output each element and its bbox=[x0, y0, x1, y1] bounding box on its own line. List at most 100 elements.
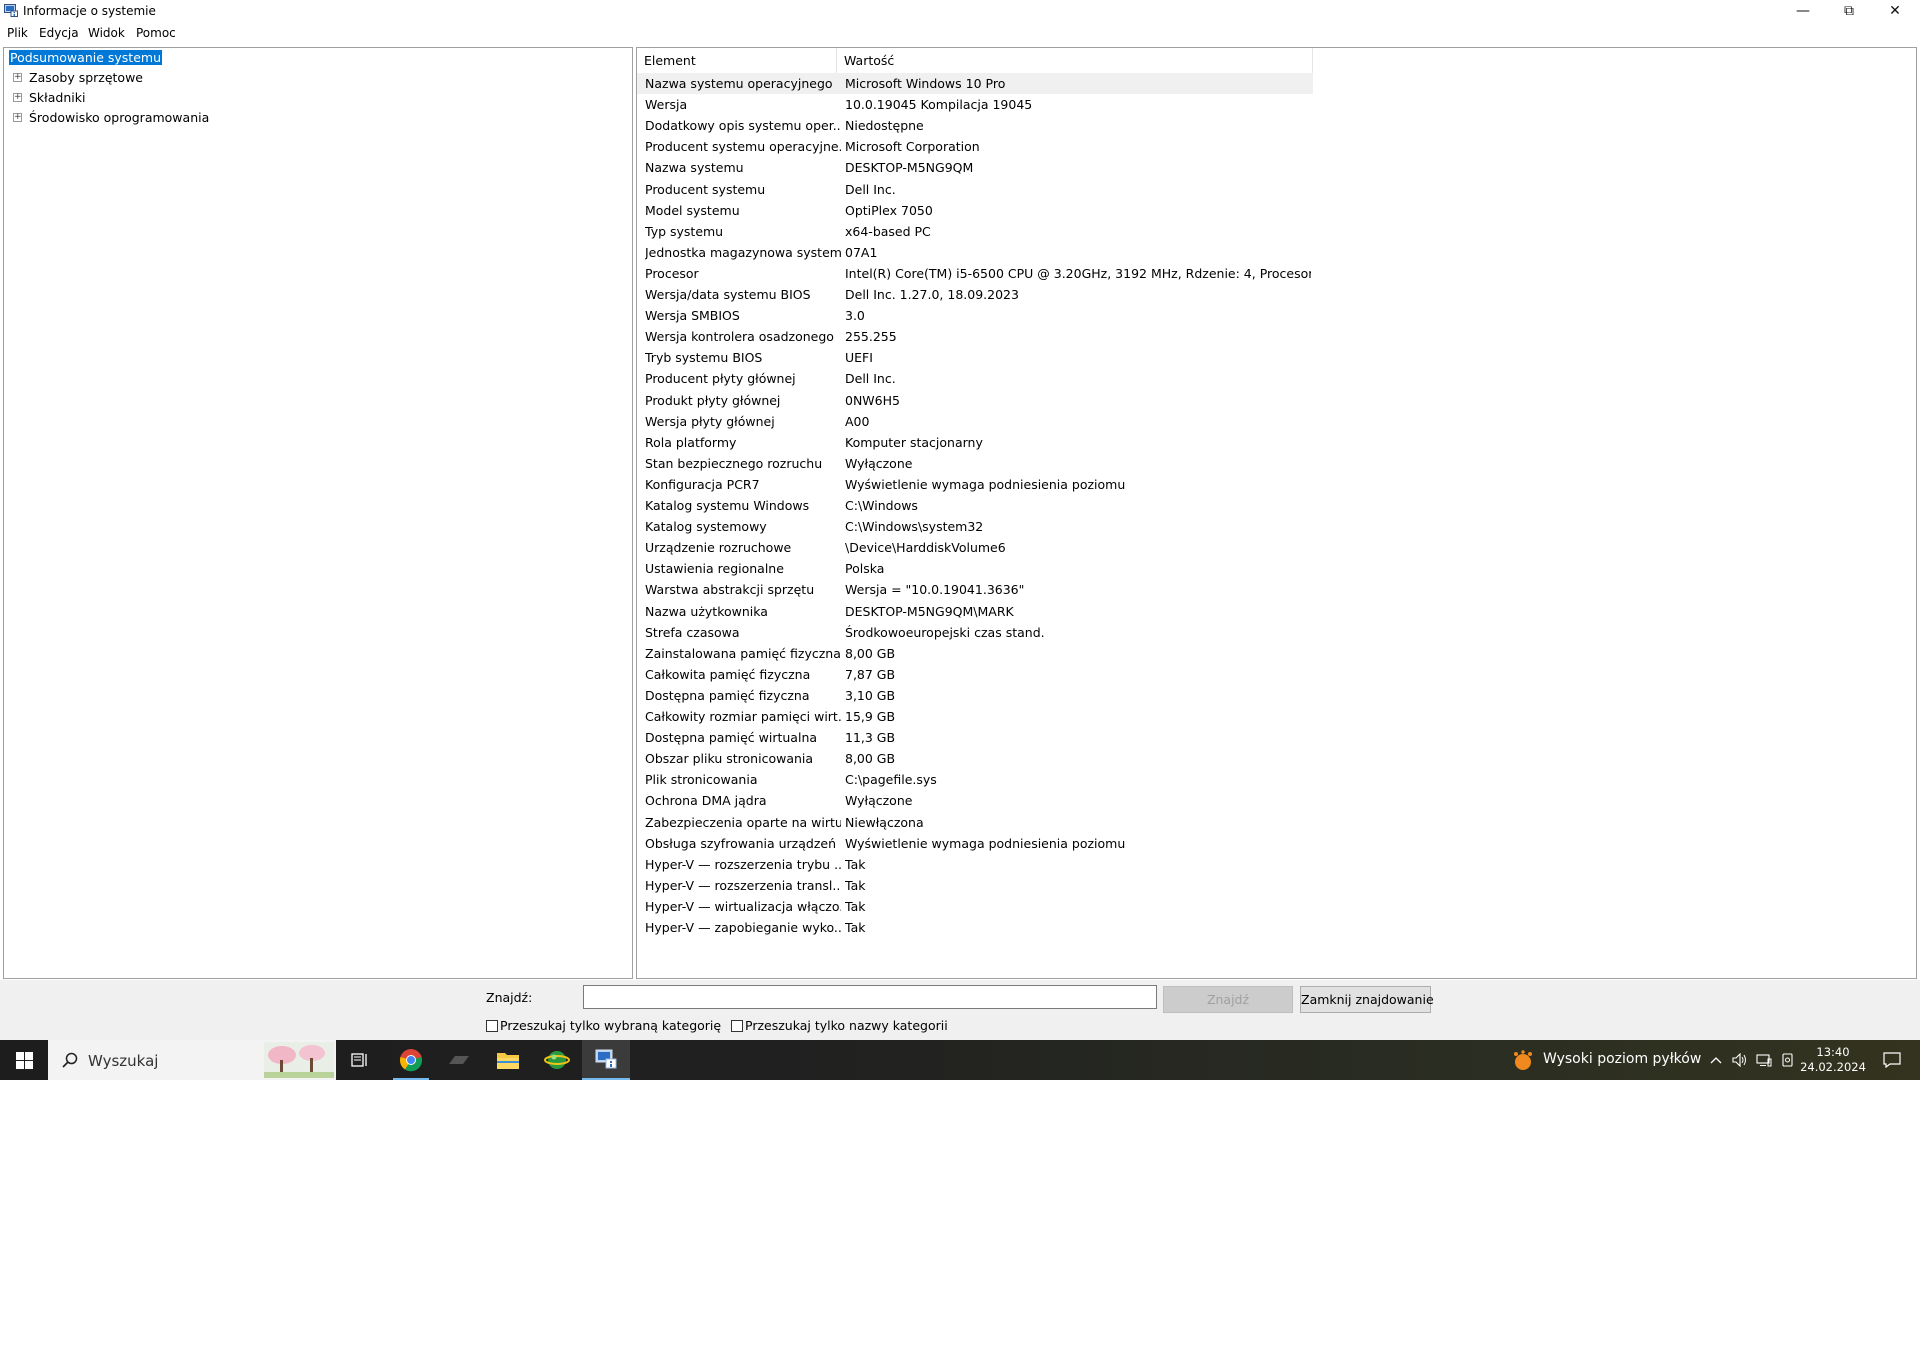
taskbar-search[interactable]: Wyszukaj bbox=[48, 1040, 336, 1080]
list-row[interactable]: Rola platformy Komputer stacjonarny bbox=[637, 432, 1313, 453]
list-row[interactable]: Nazwa użytkownika DESKTOP-M5NG9QM\MARK bbox=[637, 601, 1313, 622]
cell-value: 3.0 bbox=[845, 308, 865, 324]
close-button[interactable]: ✕ bbox=[1872, 0, 1918, 22]
menu-file[interactable]: Plik bbox=[7, 26, 28, 40]
list-row[interactable]: Strefa czasowa Środkowoeuropejski czas st… bbox=[637, 622, 1313, 643]
cell-value: 8,00 GB bbox=[845, 751, 896, 767]
list-row[interactable]: Wersja 10.0.19045 Kompilacja 19045 bbox=[637, 94, 1313, 115]
taskbar-app-dark[interactable] bbox=[435, 1040, 483, 1080]
cell-value: 10.0.19045 Kompilacja 19045 bbox=[845, 97, 1033, 113]
list-row[interactable]: Katalog systemowy C:\Windows\system32 bbox=[637, 516, 1313, 537]
list-row[interactable]: Produkt płyty głównej 0NW6H5 bbox=[637, 390, 1313, 411]
system-information-icon bbox=[4, 4, 18, 17]
action-center-button[interactable] bbox=[1872, 1040, 1912, 1080]
list-row[interactable]: Hyper-V — rozszerzenia transl... Tak bbox=[637, 875, 1313, 896]
checkbox-search-category-names[interactable]: Przeszukaj tylko nazwy kategorii bbox=[731, 1018, 948, 1033]
running-indicator bbox=[393, 1078, 429, 1080]
tree-item-software-environment[interactable]: + Środowisko oprogramowania bbox=[4, 109, 304, 127]
details-list[interactable]: Element Wartość Nazwa systemu operacyjne… bbox=[636, 47, 1917, 979]
task-view-button[interactable] bbox=[336, 1040, 384, 1080]
list-row[interactable]: Konfiguracja PCR7 Wyświetlenie wymaga pod… bbox=[637, 474, 1313, 495]
cell-element: Hyper-V — rozszerzenia transl... bbox=[645, 877, 841, 893]
list-row[interactable]: Hyper-V — zapobieganie wyko... Tak bbox=[637, 917, 1313, 938]
cell-element: Produkt płyty głównej bbox=[645, 392, 781, 408]
menu-view[interactable]: Widok bbox=[88, 26, 125, 40]
list-row[interactable]: Wersja/data systemu BIOS Dell Inc. 1.27.0… bbox=[637, 284, 1313, 305]
start-button[interactable] bbox=[0, 1040, 48, 1080]
list-row[interactable]: Producent systemu Dell Inc. bbox=[637, 179, 1313, 200]
restore-button[interactable]: ⧉ bbox=[1826, 0, 1872, 22]
list-row[interactable]: Dodatkowy opis systemu oper... Niedostępn… bbox=[637, 115, 1313, 136]
list-row[interactable]: Całkowity rozmiar pamięci wirt... 15,9 GB bbox=[637, 706, 1313, 727]
cell-element: Warstwa abstrakcji sprzętu bbox=[645, 582, 815, 598]
category-tree[interactable]: Podsumowanie systemu + Zasoby sprzętowe … bbox=[3, 47, 633, 979]
taskbar-file-explorer[interactable] bbox=[484, 1040, 532, 1080]
list-row[interactable]: Tryb systemu BIOS UEFI bbox=[637, 347, 1313, 368]
tree-item-components[interactable]: + Składniki bbox=[4, 89, 304, 107]
list-row[interactable]: Warstwa abstrakcji sprzętu Wersja = "10.0… bbox=[637, 579, 1313, 600]
cell-element: Wersja bbox=[645, 97, 688, 113]
checkbox-box[interactable] bbox=[731, 1020, 743, 1032]
app-icon bbox=[449, 1056, 469, 1064]
find-button[interactable]: Znajdź bbox=[1163, 986, 1293, 1013]
list-row[interactable]: Model systemu OptiPlex 7050 bbox=[637, 200, 1313, 221]
cell-element: Tryb systemu BIOS bbox=[645, 350, 763, 366]
clock[interactable]: 13:40 24.02.2024 bbox=[1800, 1045, 1866, 1075]
list-row[interactable]: Urządzenie rozruchowe \Device\HarddiskVol… bbox=[637, 537, 1313, 558]
list-row[interactable]: Ochrona DMA jądra Wyłączone bbox=[637, 790, 1313, 811]
meet-now-button[interactable] bbox=[1776, 1040, 1800, 1080]
cell-value: \Device\HarddiskVolume6 bbox=[845, 540, 1006, 556]
list-row[interactable]: Jednostka magazynowa systemu 07A1 bbox=[637, 242, 1313, 263]
expand-icon[interactable]: + bbox=[13, 73, 22, 82]
list-row[interactable]: Obszar pliku stronicowania 8,00 GB bbox=[637, 748, 1313, 769]
checkbox-box[interactable] bbox=[486, 1020, 498, 1032]
list-row[interactable]: Stan bezpiecznego rozruchu Wyłączone bbox=[637, 453, 1313, 474]
cell-value: Intel(R) Core(TM) i5-6500 CPU @ 3.20GHz,… bbox=[845, 265, 1311, 281]
list-row[interactable]: Plik stronicowania C:\pagefile.sys bbox=[637, 769, 1313, 790]
cell-value: 15,9 GB bbox=[845, 709, 896, 724]
list-row[interactable]: Ustawienia regionalne Polska bbox=[637, 558, 1313, 579]
show-hidden-icons-button[interactable] bbox=[1704, 1040, 1728, 1080]
list-row[interactable]: Obsługa szyfrowania urządzeń Wyświetlenie… bbox=[637, 833, 1313, 854]
expand-icon[interactable]: + bbox=[13, 93, 22, 102]
network-button[interactable] bbox=[1752, 1040, 1776, 1080]
expand-icon[interactable]: + bbox=[13, 113, 22, 122]
close-icon: ✕ bbox=[1889, 3, 1901, 19]
menu-help[interactable]: Pomoc bbox=[136, 26, 176, 40]
list-row[interactable]: Procesor Intel(R) Core(TM) i5-6500 CPU @ … bbox=[637, 263, 1313, 284]
column-header-element[interactable]: Element bbox=[637, 48, 837, 73]
list-row[interactable]: Katalog systemu Windows C:\Windows bbox=[637, 495, 1313, 516]
list-row[interactable]: Wersja SMBIOS 3.0 bbox=[637, 305, 1313, 326]
list-row[interactable]: Dostępna pamięć fizyczna 3,10 GB bbox=[637, 685, 1313, 706]
checkbox-search-selected-category[interactable]: Przeszukaj tylko wybraną kategorię bbox=[486, 1018, 721, 1033]
cell-value: Wersja = "10.0.19041.3636" bbox=[845, 582, 1025, 598]
list-row[interactable]: Wersja płyty głównej A00 bbox=[637, 411, 1313, 432]
list-row[interactable]: Hyper-V — wirtualizacja włączo... Tak bbox=[637, 896, 1313, 917]
list-row[interactable]: Typ systemu x64-based PC bbox=[637, 221, 1313, 242]
list-row[interactable]: Producent płyty głównej Dell Inc. bbox=[637, 368, 1313, 389]
list-row[interactable]: Nazwa systemu DESKTOP-M5NG9QM bbox=[637, 157, 1313, 178]
cell-value: Dell Inc. 1.27.0, 18.09.2023 bbox=[845, 287, 1019, 302]
taskbar-chrome[interactable] bbox=[387, 1040, 435, 1080]
list-row[interactable]: Dostępna pamięć wirtualna 11,3 GB bbox=[637, 727, 1313, 748]
list-row[interactable]: Nazwa systemu operacyjnego Microsoft Wind… bbox=[637, 73, 1313, 94]
taskbar-app-globe[interactable] bbox=[533, 1040, 581, 1080]
cell-value: Wyświetlenie wymaga podniesienia poziomu bbox=[845, 476, 1126, 492]
list-row[interactable]: Zabezpieczenia oparte na wirtu... Niewłąc… bbox=[637, 812, 1313, 833]
list-row[interactable]: Producent systemu operacyjne... Microsoft… bbox=[637, 136, 1313, 157]
list-row[interactable]: Hyper-V — rozszerzenia trybu ... Tak bbox=[637, 854, 1313, 875]
minimize-icon: — bbox=[1796, 3, 1810, 19]
taskbar-system-information[interactable] bbox=[582, 1040, 630, 1080]
volume-button[interactable] bbox=[1728, 1040, 1752, 1080]
menu-edit[interactable]: Edycja bbox=[39, 26, 79, 40]
tree-item-system-summary[interactable]: Podsumowanie systemu bbox=[9, 49, 162, 67]
tree-item-hardware-resources[interactable]: + Zasoby sprzętowe bbox=[4, 69, 304, 87]
find-input[interactable] bbox=[583, 985, 1157, 1009]
list-row[interactable]: Całkowita pamięć fizyczna 7,87 GB bbox=[637, 664, 1313, 685]
minimize-button[interactable]: — bbox=[1780, 0, 1826, 22]
weather-widget-text[interactable]: Wysoki poziom pyłków bbox=[1543, 1051, 1701, 1067]
list-row[interactable]: Zainstalowana pamięć fizyczna ... 8,00 GB bbox=[637, 643, 1313, 664]
column-header-value[interactable]: Wartość bbox=[837, 48, 1313, 73]
list-row[interactable]: Wersja kontrolera osadzonego 255.255 bbox=[637, 326, 1313, 347]
close-find-button[interactable]: Zamknij znajdowanie bbox=[1300, 986, 1434, 1013]
